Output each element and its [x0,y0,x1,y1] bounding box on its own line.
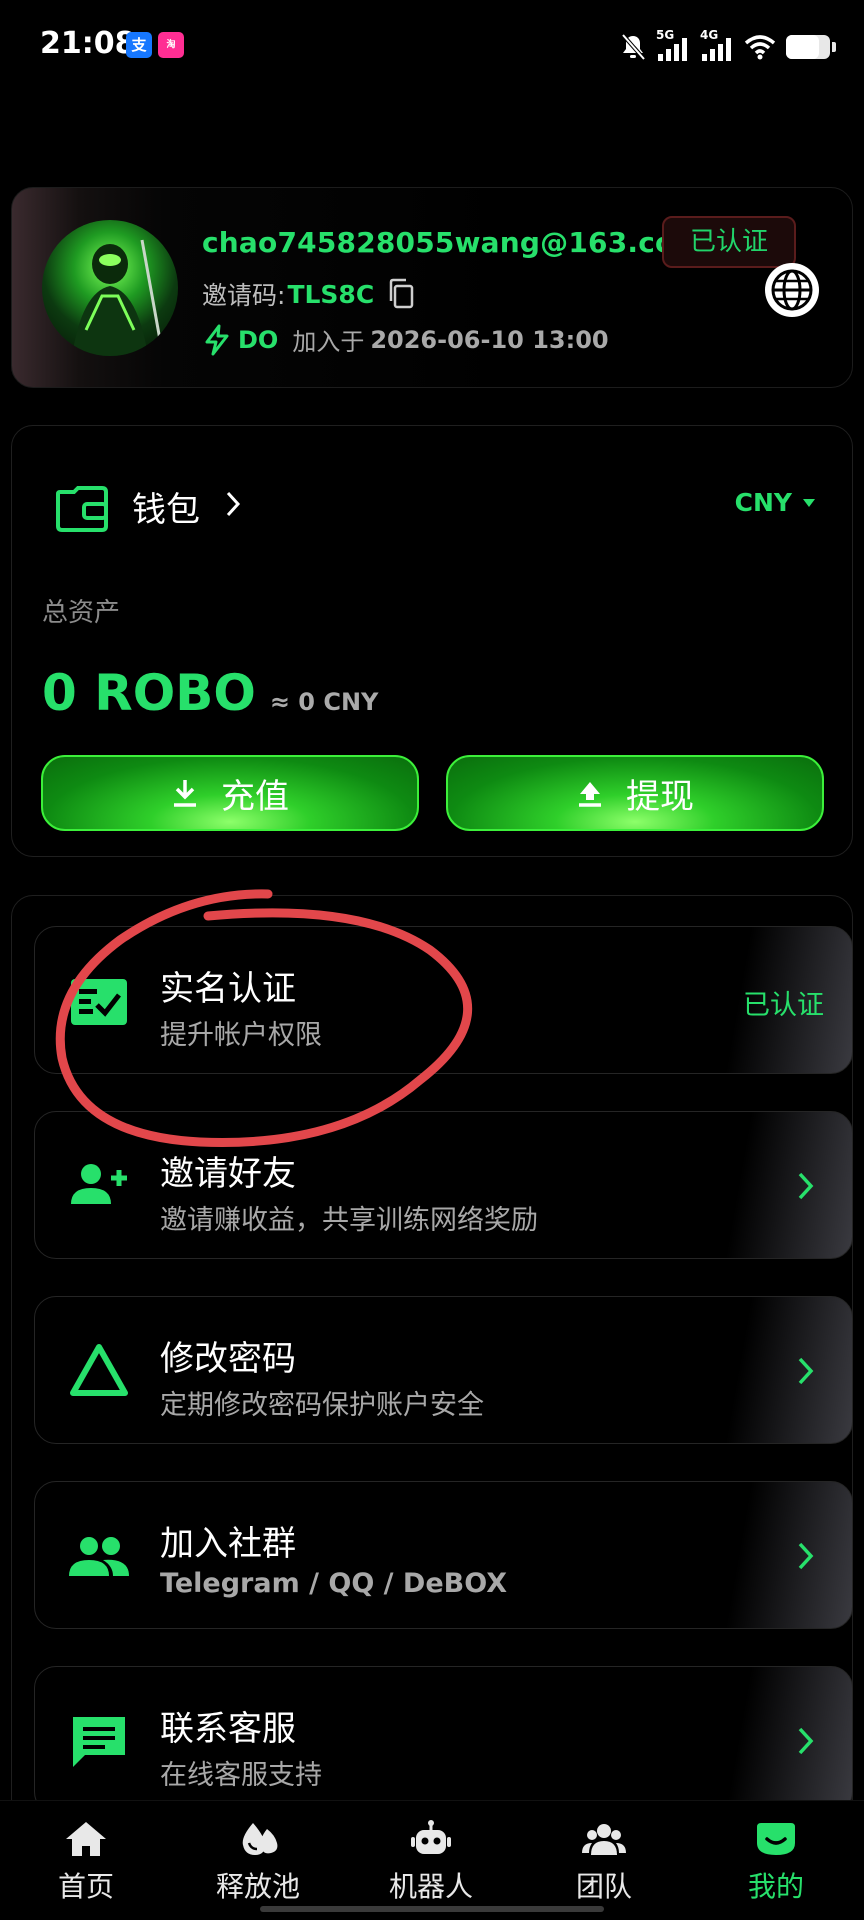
menu-title: 实名认证 [160,969,296,1009]
avatar[interactable] [42,220,178,356]
withdraw-button[interactable]: 提现 [446,755,824,831]
menu-item-join-community[interactable]: 加入社群 Telegram / QQ / DeBOX [34,1481,853,1629]
currency-selector[interactable]: CNY [735,488,816,517]
chevron-right-icon [798,1542,814,1570]
menu-item-invite-friends[interactable]: 邀请好友 邀请赚收益，共享训练网络奖励 [34,1111,853,1259]
level-row: DO 加入于 2026-06-10 13:00 [202,322,609,357]
mute-bell-icon [621,33,646,61]
nav-team[interactable]: 团队 [544,1819,664,1905]
chevron-right-icon[interactable] [224,490,242,518]
team-icon [582,1824,626,1855]
menu-title: 修改密码 [160,1339,296,1379]
pool-icon [242,1823,278,1855]
nav-release-pool[interactable]: 释放池 [198,1819,318,1905]
battery-icon [786,35,836,59]
profile-card: chao745828055wang@163.com 已认证 邀请码: TLS8C… [11,187,853,388]
total-assets-row: 0 ROBO ≈ 0 CNY [42,664,378,722]
wifi-icon [744,35,776,60]
invite-code: TLS8C [287,279,375,309]
menu-item-customer-service[interactable]: 联系客服 在线客服支持 [34,1666,853,1814]
menu-subtitle: 在线客服支持 [160,1760,322,1791]
total-assets-approx: ≈ 0 CNY [269,688,379,716]
wallet-title[interactable]: 钱包 [132,482,200,531]
triangle-icon [70,1344,128,1396]
recharge-button[interactable]: 充值 [41,755,419,831]
chevron-right-icon [798,1357,814,1385]
add-friend-icon [71,1164,127,1204]
nav-robot[interactable]: 机器人 [371,1819,491,1905]
menu-subtitle: 定期修改密码保护账户安全 [160,1390,484,1421]
chevron-right-icon [798,1172,814,1200]
signal-4g-icon: 4G [700,28,734,62]
menu-title: 邀请好友 [160,1154,296,1194]
verified-status: 已认证 [743,990,824,1021]
nav-label: 团队 [575,1870,632,1903]
menu-subtitle: Telegram / QQ / DeBOX [160,1568,508,1599]
menu-item-real-name[interactable]: 实名认证 提升帐户权限 已认证 [34,926,853,1074]
signal-5g-icon: 5G [656,28,690,62]
total-assets-value: 0 ROBO [42,664,256,722]
invite-code-row: 邀请码: TLS8C [202,276,416,312]
nav-label: 机器人 [388,1870,473,1903]
menu-subtitle: 邀请赚收益，共享训练网络奖励 [160,1205,538,1236]
nav-label: 我的 [747,1870,804,1903]
status-indicators: 5G 4G [620,28,836,64]
id-check-icon [71,979,127,1025]
wallet-icon [56,486,108,532]
caret-down-icon [803,498,815,507]
taobao-notification-icon: 淘 [158,32,184,58]
menu-item-change-password[interactable]: 修改密码 定期修改密码保护账户安全 [34,1296,853,1444]
joined-label: 加入于 [292,328,365,356]
withdraw-label: 提现 [626,776,694,817]
user-level: DO [238,325,279,354]
download-icon [174,780,196,807]
status-bar: 21:08 支 淘 5G 4G [0,0,864,92]
chevron-right-icon [798,1727,814,1755]
group-icon [69,1537,129,1576]
nav-label: 首页 [57,1870,114,1903]
profile-icon [757,1823,795,1855]
user-email: chao745828055wang@163.com [202,226,704,259]
recharge-label: 充值 [221,776,289,817]
total-assets-label: 总资产 [42,598,121,628]
invite-label: 邀请码: [202,281,286,310]
home-indicator [260,1906,604,1912]
joined-date: 2026-06-10 13:00 [370,325,609,354]
wallet-card: 钱包 CNY 总资产 0 ROBO ≈ 0 CNY 充值 提现 [11,425,853,857]
robot-icon [411,1820,451,1854]
chat-icon [73,1717,125,1767]
alipay-notification-icon: 支 [126,32,152,58]
menu-title: 联系客服 [160,1709,296,1749]
home-icon [66,1822,106,1856]
menu-title: 加入社群 [160,1524,296,1564]
menu-subtitle: 提升帐户权限 [160,1020,322,1051]
upload-icon [579,782,601,807]
settings-menu: 实名认证 提升帐户权限 已认证 邀请好友 邀请赚收益，共享训练网络奖励 修改密码… [11,895,853,1895]
nav-mine[interactable]: 我的 [716,1819,836,1905]
bottom-nav: 首页 释放池 机器人 团队 我的 [0,1800,864,1920]
currency-value: CNY [734,488,792,517]
globe-icon[interactable] [762,260,822,320]
nav-home[interactable]: 首页 [26,1819,146,1905]
nav-label: 释放池 [215,1870,300,1903]
copy-icon[interactable] [386,278,416,310]
status-time: 21:08 [40,26,136,61]
lightning-icon [205,324,229,355]
